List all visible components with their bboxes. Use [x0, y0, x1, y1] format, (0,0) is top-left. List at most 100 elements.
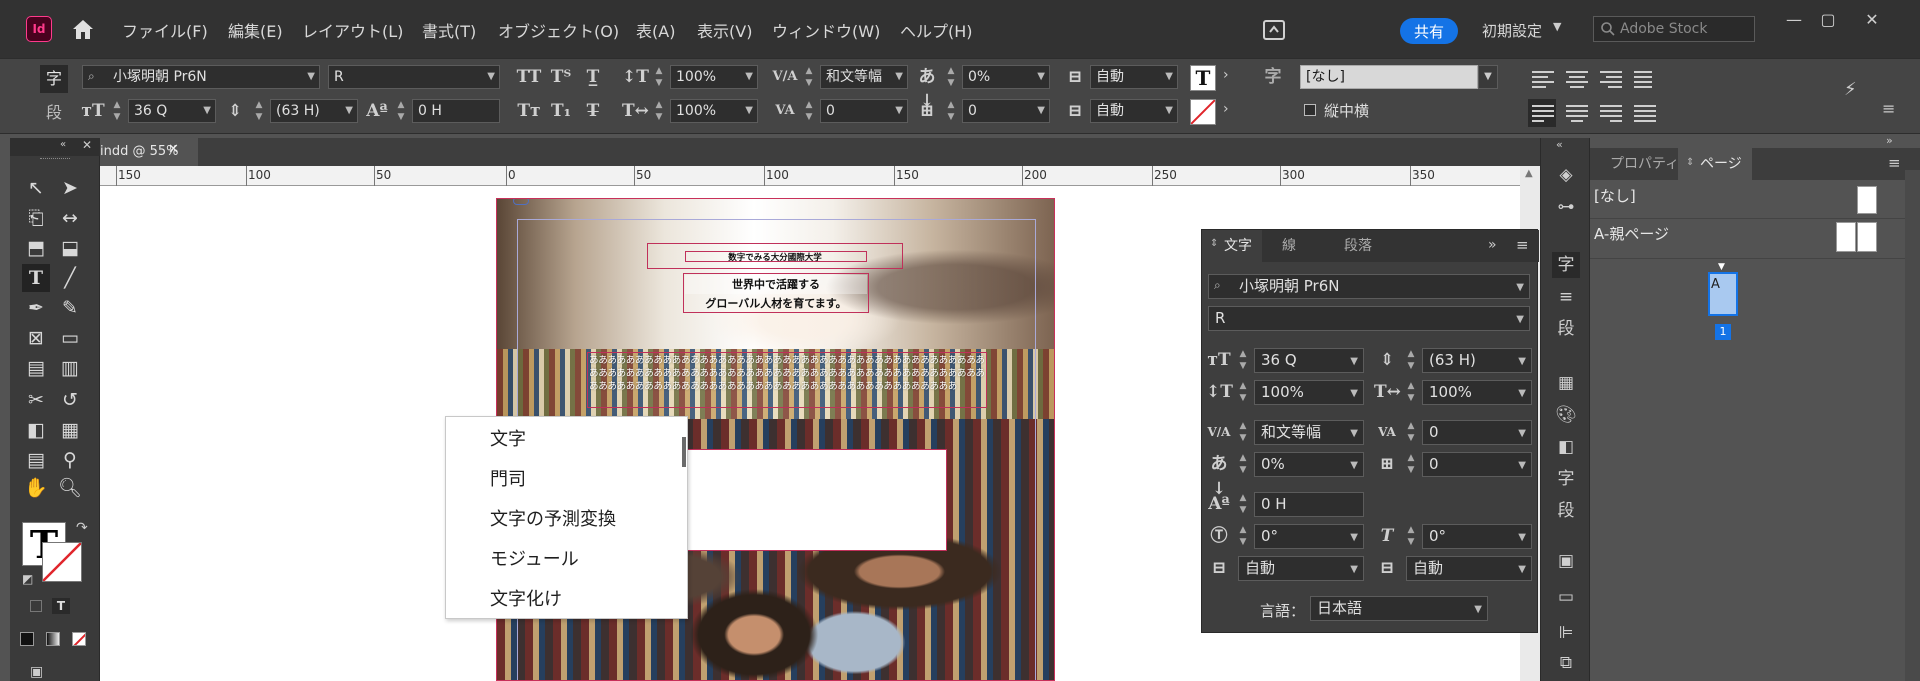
minimize-button[interactable]: — [1780, 10, 1808, 30]
vertical-scale-stepper[interactable]: ▲ ▼ [1236, 380, 1250, 405]
chevron-down-icon[interactable]: ▼ [1518, 526, 1526, 548]
horizontal-scale-stepper[interactable]: ▲ ▼ [1404, 380, 1418, 405]
scissors-tool-icon[interactable]: ✂ [22, 386, 50, 414]
master-none-thumbnail[interactable] [1857, 186, 1877, 214]
eyedropper-tool-icon[interactable]: ⚲ [56, 446, 84, 474]
candidate-item[interactable]: 文字の予測変換 [490, 505, 616, 531]
skew-stepper[interactable]: ▲ ▼ [1404, 524, 1418, 549]
aki-after-field[interactable]: 自動 ▼ [1090, 99, 1178, 123]
cp-aki-after[interactable]: 自動 ▼ [1406, 556, 1532, 581]
chevron-down-icon[interactable]: ▼ [1350, 526, 1358, 548]
formatting-text-icon[interactable]: T [52, 598, 70, 614]
chevron-down-icon[interactable]: ▼ [1516, 276, 1524, 298]
swatches-icon[interactable]: ▦ [1552, 370, 1580, 396]
chevron-down-icon[interactable]: ▼ [1478, 65, 1498, 89]
links-icon[interactable]: ⊶ [1552, 194, 1580, 220]
tsume-field[interactable]: 0% ▼ [962, 65, 1050, 89]
chevron-down-icon[interactable]: ▼ [203, 100, 211, 122]
justify-right-icon[interactable] [1600, 105, 1622, 123]
workspace-switcher[interactable]: 初期設定 [1482, 20, 1542, 41]
gradient-swatch-tool-icon[interactable]: ◧ [22, 416, 50, 444]
close-icon[interactable]: ✕ [82, 138, 92, 152]
document-tab[interactable]: indd @ 55% [100, 138, 198, 166]
leading-stepper[interactable]: ▲ ▼ [1404, 348, 1418, 373]
leading-field[interactable]: (63 H) ▼ [270, 99, 358, 123]
pathfinder-icon[interactable]: ⧉ [1552, 650, 1580, 676]
chevron-down-icon[interactable]: ▼ [1165, 100, 1173, 122]
chevron-down-icon[interactable]: ▼ [345, 100, 353, 122]
align-center-icon[interactable] [1566, 71, 1588, 89]
candidate-item[interactable]: 文字化け [490, 585, 562, 611]
chevron-right-icon[interactable]: › [1223, 101, 1229, 117]
page-tool-icon[interactable]: ⎗ [22, 204, 50, 232]
subscript-icon[interactable]: T₁ [548, 99, 574, 123]
chevron-down-icon[interactable]: ▼ [745, 100, 753, 122]
baseline-shift-stepper[interactable]: ▲ ▼ [1236, 492, 1250, 517]
direct-selection-tool-icon[interactable]: ➤ [56, 174, 84, 202]
note-tool-icon[interactable]: ▤ [22, 446, 50, 474]
tab-stroke[interactable]: 線 [1272, 230, 1306, 262]
vertical-scale-stepper[interactable]: ▲ ▼ [652, 65, 666, 89]
mojikumi-field[interactable]: 0 ▼ [962, 99, 1050, 123]
candidate-item[interactable]: 門司 [490, 465, 526, 491]
main-heading-line1[interactable]: 世界中で活躍する [685, 275, 867, 294]
swap-colors-icon[interactable]: ↷ [76, 520, 88, 536]
align-left-icon[interactable] [1532, 71, 1554, 89]
character-mode-button[interactable]: 字 [40, 65, 68, 93]
menu-table[interactable]: 表(A) [636, 18, 675, 42]
chevron-down-icon[interactable]: ▼ [1518, 422, 1526, 444]
chevron-down-icon[interactable]: ▼ [1516, 308, 1524, 330]
stroke-icon[interactable]: ≡ [1552, 284, 1580, 310]
chevron-right-icon[interactable]: › [1223, 67, 1229, 83]
lightning-icon[interactable]: ⚡ [1844, 79, 1857, 100]
small-heading[interactable]: 数字でみる大分國際大学 [647, 251, 903, 263]
apply-none-icon[interactable] [72, 632, 86, 646]
selection-tool-icon[interactable]: ↖ [22, 174, 50, 202]
align-right-icon[interactable] [1600, 71, 1622, 89]
chevron-down-icon[interactable]: ▼ [307, 66, 315, 88]
default-colors-icon[interactable]: ◩ [22, 572, 33, 586]
chevron-down-icon[interactable]: ▼ [895, 100, 903, 122]
chevron-down-icon[interactable]: ▼ [1350, 558, 1358, 580]
cp-kerning[interactable]: 和文等幅 ▼ [1254, 420, 1364, 445]
leading-stepper[interactable]: ▲ ▼ [252, 99, 266, 123]
cp-horizontal-scale[interactable]: 100% ▼ [1422, 380, 1532, 405]
paragraph-icon[interactable]: 段 [1552, 316, 1580, 342]
align-towards-spine-icon[interactable] [1634, 71, 1656, 89]
stroke-swatch[interactable] [42, 542, 82, 582]
zoom-tool-icon[interactable]: 🔍︎ [56, 474, 84, 502]
font-style-field[interactable]: R ▼ [328, 65, 500, 89]
chevron-down-icon[interactable]: ▼ [1553, 20, 1561, 33]
chevron-down-icon[interactable]: ▼ [1518, 382, 1526, 404]
expand-icon[interactable]: » [1488, 237, 1497, 253]
chevron-down-icon[interactable]: ▼ [1518, 454, 1526, 476]
color-icon[interactable]: 🎨︎ [1552, 402, 1580, 428]
small-caps-icon[interactable]: Tᴛ [516, 99, 542, 123]
gradient-icon[interactable]: ◧ [1552, 434, 1580, 460]
panel-menu-icon[interactable]: ≡ [1516, 236, 1529, 254]
empty-text-frame[interactable] [687, 449, 947, 551]
collapse-icon[interactable]: « [1556, 138, 1563, 151]
home-icon[interactable] [70, 17, 96, 41]
chevron-down-icon[interactable]: ▼ [745, 66, 753, 88]
menu-window[interactable]: ウィンドウ(W) [772, 18, 880, 42]
master-a-left-thumbnail[interactable] [1836, 222, 1856, 252]
kerning-stepper[interactable]: ▲ ▼ [802, 65, 816, 89]
page-1-thumbnail[interactable]: A [1708, 272, 1738, 316]
content-placer-icon[interactable]: ⬓ [56, 234, 84, 262]
layers-icon[interactable]: ◈ [1552, 162, 1580, 188]
hand-tool-icon[interactable]: ✋ [22, 474, 50, 502]
cp-baseline-shift[interactable]: 0 H [1254, 492, 1364, 517]
cp-leading[interactable]: (63 H) ▼ [1422, 348, 1532, 373]
collapse-icon[interactable]: » [1886, 134, 1893, 147]
scrollbar-thumb[interactable] [682, 437, 686, 467]
rotation-stepper[interactable]: ▲ ▼ [1236, 524, 1250, 549]
chevron-down-icon[interactable]: ▼ [1474, 598, 1482, 620]
baseline-shift-stepper[interactable]: ▲ ▼ [394, 99, 408, 123]
master-a-right-thumbnail[interactable] [1857, 222, 1877, 252]
chevron-down-icon[interactable]: ▼ [1350, 382, 1358, 404]
rectangle-tool-icon[interactable]: ▭ [56, 324, 84, 352]
font-size-stepper[interactable]: ▲ ▼ [1236, 348, 1250, 373]
tracking-stepper[interactable]: ▲ ▼ [802, 99, 816, 123]
cp-mojikumi[interactable]: 0 ▼ [1422, 452, 1532, 477]
